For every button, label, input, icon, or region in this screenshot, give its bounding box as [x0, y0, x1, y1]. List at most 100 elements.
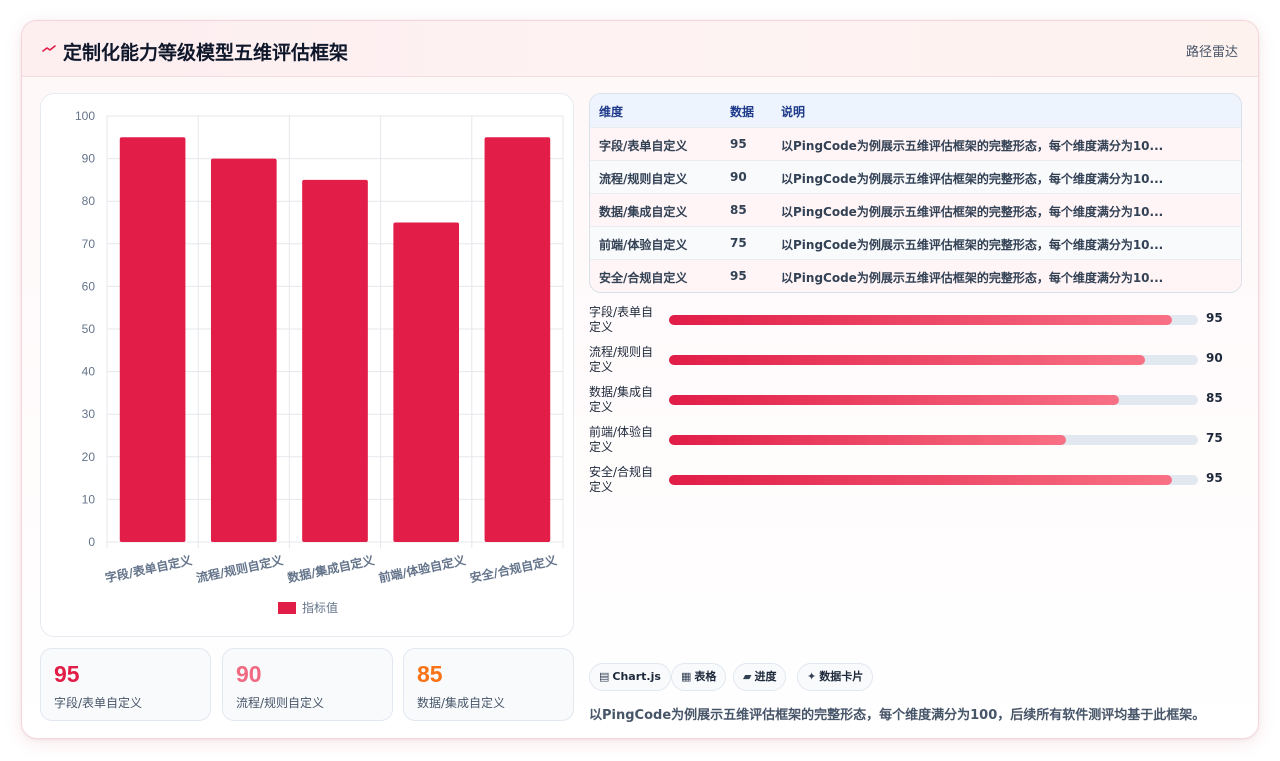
description-text: 以PingCode为例展示五维评估框架的完整形态，每个维度满分为100，后续所有…	[589, 708, 1206, 723]
x-tick-label: 字段/表单自定义	[104, 552, 195, 585]
stat-label: 数据/集成自定义	[417, 696, 506, 710]
cell-description: 以PingCode为例展示五维评估框架的完整形态，每个维度满分为10...	[781, 238, 1164, 252]
x-tick-label: 数据/集成自定义	[286, 552, 377, 585]
cell-description: 以PingCode为例展示五维评估框架的完整形态，每个维度满分为10...	[781, 271, 1164, 285]
progress-row: 字段/表单自定义 95	[589, 305, 1242, 339]
y-tick-label: 70	[82, 237, 96, 251]
bar	[393, 222, 460, 542]
table-row[interactable]: 字段/表单自定义 95 以PingCode为例展示五维评估框架的完整形态，每个维…	[590, 127, 1241, 160]
route-radar-link[interactable]: 路径雷达	[1186, 41, 1238, 60]
bar	[302, 179, 368, 542]
chip-label: Chart.js	[612, 670, 661, 683]
x-tick-label: 前端/体验自定义	[377, 552, 468, 585]
column-header-description[interactable]: 说明	[781, 103, 805, 120]
progress-value: 95	[1206, 311, 1223, 325]
bar	[119, 137, 186, 543]
column-header-dimension[interactable]: 维度	[599, 103, 623, 120]
progress-fill	[669, 475, 1172, 485]
cell-value: 95	[730, 137, 747, 151]
progress-track	[669, 395, 1198, 405]
legend-label: 指标值	[302, 600, 338, 615]
progress-icon: ▰	[743, 670, 752, 683]
chip-data-card[interactable]: ✦ 数据卡片	[797, 663, 874, 691]
cell-dimension: 前端/体验自定义	[599, 238, 688, 252]
cell-dimension: 流程/规则自定义	[599, 172, 688, 186]
cell-description: 以PingCode为例展示五维评估框架的完整形态，每个维度满分为10...	[781, 139, 1164, 153]
card-header: 定制化能力等级模型五维评估框架 路径雷达	[22, 21, 1258, 77]
progress-row: 前端/体验自定义 75	[589, 425, 1242, 459]
chip-table[interactable]: ▦ 表格	[671, 663, 727, 691]
bar-chart-svg: 0 10 20 30 40 50 60 70 80 90 100 字段/表单自定义 流程/规则自定义 数据…	[75, 109, 564, 615]
progress-value: 75	[1206, 431, 1223, 445]
progress-row: 安全/合规自定义 95	[589, 465, 1242, 499]
chip-label: 进度	[754, 670, 777, 683]
chip-label: 表格	[694, 670, 717, 683]
progress-track	[669, 315, 1198, 325]
bar	[210, 158, 277, 542]
y-tick-label: 50	[82, 322, 96, 336]
y-tick-label: 90	[82, 152, 96, 166]
grid-icon: ▤	[599, 670, 610, 683]
progress-label: 流程/规则自定义	[589, 345, 654, 374]
cell-value: 95	[730, 269, 747, 283]
y-tick-label: 100	[75, 109, 95, 123]
cell-value: 90	[730, 170, 747, 184]
progress-label: 安全/合规自定义	[589, 465, 654, 494]
progress-fill	[669, 395, 1119, 405]
progress-fill	[669, 355, 1146, 365]
stat-label: 字段/表单自定义	[54, 696, 143, 710]
x-tick-label: 流程/规则自定义	[195, 552, 286, 585]
y-tick-label: 40	[82, 365, 96, 379]
cell-description: 以PingCode为例展示五维评估框架的完整形态，每个维度满分为10...	[781, 172, 1164, 186]
bar-chart: 0 10 20 30 40 50 60 70 80 90 100 字段/表单自定义 流程/规则自定义 数据…	[40, 93, 574, 637]
progress-label: 前端/体验自定义	[589, 425, 654, 454]
trend-icon	[42, 39, 56, 59]
y-tick-label: 0	[88, 535, 95, 549]
stat-value: 90	[236, 661, 262, 687]
stat-card-3: 85 数据/集成自定义	[403, 648, 574, 721]
cell-description: 以PingCode为例展示五维评估框架的完整形态，每个维度满分为10...	[781, 205, 1164, 219]
y-tick-label: 60	[82, 279, 96, 293]
y-tick-label: 30	[82, 407, 96, 421]
progress-value: 95	[1206, 471, 1223, 485]
table-row[interactable]: 数据/集成自定义 85 以PingCode为例展示五维评估框架的完整形态，每个维…	[590, 193, 1241, 226]
table-row[interactable]: 安全/合规自定义 95 以PingCode为例展示五维评估框架的完整形态，每个维…	[590, 259, 1241, 292]
progress-track	[669, 435, 1198, 445]
stat-value: 95	[54, 661, 80, 687]
progress-row: 数据/集成自定义 85	[589, 385, 1242, 419]
page-title: 定制化能力等级模型五维评估框架	[63, 42, 349, 64]
stat-card-1: 95 字段/表单自定义	[40, 648, 211, 721]
progress-value: 85	[1206, 391, 1223, 405]
chip-progress[interactable]: ▰ 进度	[733, 663, 787, 691]
progress-row: 流程/规则自定义 90	[589, 345, 1242, 379]
progress-track	[669, 355, 1198, 365]
stat-label: 流程/规则自定义	[236, 696, 325, 710]
y-tick-label: 20	[82, 450, 96, 464]
chip-chartjs[interactable]: ▤ Chart.js	[589, 663, 671, 691]
cell-value: 75	[730, 236, 747, 250]
cell-value: 85	[730, 203, 747, 217]
y-tick-label: 10	[82, 492, 96, 506]
main-card: 定制化能力等级模型五维评估框架 路径雷达 0 10 20 30 40 50 60 70 80 90…	[21, 20, 1259, 739]
progress-label: 字段/表单自定义	[589, 305, 654, 334]
legend-swatch	[278, 602, 296, 614]
stat-value: 85	[417, 661, 443, 687]
stat-card-2: 90 流程/规则自定义	[222, 648, 393, 721]
bar	[484, 137, 551, 543]
sparkle-icon: ✦	[807, 670, 817, 683]
table-header: 维度 数据 说明	[590, 94, 1241, 127]
progress-label: 数据/集成自定义	[589, 385, 654, 414]
cell-dimension: 安全/合规自定义	[599, 271, 688, 285]
column-header-data[interactable]: 数据	[730, 103, 754, 120]
progress-value: 90	[1206, 351, 1223, 365]
table-icon: ▦	[681, 670, 692, 683]
data-table: 维度 数据 说明 字段/表单自定义 95 以PingCode为例展示五维评估框架…	[589, 93, 1242, 293]
chip-label: 数据卡片	[819, 670, 864, 683]
y-tick-label: 80	[82, 194, 96, 208]
progress-track	[669, 475, 1198, 485]
cell-dimension: 数据/集成自定义	[599, 205, 688, 219]
x-tick-label: 安全/合规自定义	[468, 552, 559, 585]
table-row[interactable]: 流程/规则自定义 90 以PingCode为例展示五维评估框架的完整形态，每个维…	[590, 160, 1241, 193]
table-row[interactable]: 前端/体验自定义 75 以PingCode为例展示五维评估框架的完整形态，每个维…	[590, 226, 1241, 259]
progress-fill	[669, 315, 1172, 325]
